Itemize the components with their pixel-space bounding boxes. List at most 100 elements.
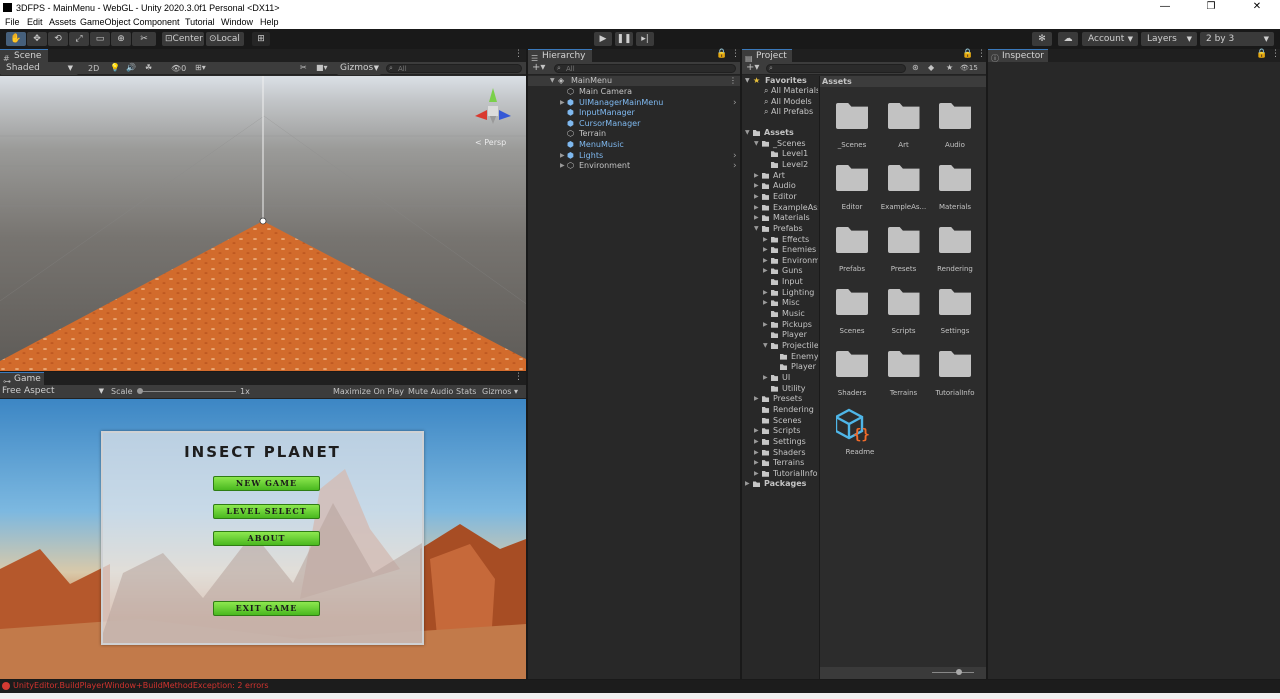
- expand-arrow-icon[interactable]: ▼: [745, 76, 750, 86]
- lock-icon[interactable]: 🔒: [962, 49, 973, 59]
- open-prefab-icon[interactable]: ›: [733, 161, 737, 171]
- asset-folder[interactable]: Settings: [925, 289, 985, 337]
- expand-arrow-icon[interactable]: ▶: [763, 235, 768, 245]
- step-button[interactable]: ▸|: [636, 32, 654, 46]
- expand-arrow-icon[interactable]: ▶: [754, 394, 759, 404]
- menu-assets[interactable]: Assets: [49, 17, 76, 27]
- move-tool-button[interactable]: ✥: [27, 32, 47, 46]
- lock-icon[interactable]: 🔒: [716, 49, 727, 59]
- search-by-type-icon[interactable]: ⊛: [912, 63, 919, 72]
- custom-tool-button[interactable]: ✂: [132, 32, 156, 46]
- hidden-packages-toggle[interactable]: 👁15: [960, 64, 978, 72]
- expand-arrow-icon[interactable]: ▶: [763, 266, 768, 276]
- hierarchy-item[interactable]: ▶ › ⬢ UIManagerMainMenu: [528, 98, 740, 108]
- search-by-label-icon[interactable]: ◆: [928, 63, 934, 72]
- panel-menu-icon[interactable]: ⋮: [514, 372, 523, 382]
- create-button[interactable]: +▾: [532, 62, 545, 73]
- menu-edit[interactable]: Edit: [27, 17, 43, 27]
- minimize-button[interactable]: —: [1142, 0, 1188, 16]
- about-button[interactable]: ABOUT: [213, 531, 320, 546]
- open-prefab-icon[interactable]: ›: [733, 151, 737, 161]
- scale-tool-button[interactable]: ⤢: [69, 32, 89, 46]
- game-gizmos-dropdown[interactable]: Gizmos ▾: [482, 387, 518, 396]
- stats-toggle[interactable]: Stats: [456, 387, 476, 396]
- expand-arrow-icon[interactable]: ▶: [754, 458, 759, 468]
- hierarchy-item[interactable]: ▶ › ⬡ Environment: [528, 161, 740, 171]
- scene-viewport[interactable]: < Persp: [0, 76, 526, 371]
- close-button[interactable]: ✕: [1234, 0, 1280, 16]
- menu-window[interactable]: Window: [221, 17, 253, 27]
- tab-game[interactable]: ⊶ Game: [0, 372, 44, 386]
- expand-arrow-icon[interactable]: ▶: [754, 213, 759, 223]
- lighting-icon[interactable]: 💡: [110, 63, 120, 72]
- create-button[interactable]: +▾: [746, 62, 759, 73]
- expand-arrow-icon[interactable]: ▼: [763, 341, 768, 351]
- shading-mode-dropdown[interactable]: Shaded ▼: [0, 62, 78, 75]
- maximize-button[interactable]: ❐: [1188, 0, 1234, 16]
- readme-asset[interactable]: {} Readme: [832, 408, 892, 456]
- panel-menu-icon[interactable]: ⋮: [731, 49, 740, 59]
- open-prefab-icon[interactable]: ›: [733, 98, 737, 108]
- expand-arrow-icon[interactable]: ▶: [754, 437, 759, 447]
- menu-tutorial[interactable]: Tutorial: [185, 17, 215, 27]
- hand-tool-button[interactable]: ✋: [6, 32, 26, 46]
- scale-slider[interactable]: [140, 391, 236, 392]
- hierarchy-item[interactable]: ▶ › ⬢ Lights: [528, 151, 740, 161]
- favorite-all-prefabs[interactable]: ⌕ All Prefabs: [764, 107, 813, 117]
- expand-arrow-icon[interactable]: ▶: [763, 288, 768, 298]
- menu-component[interactable]: Component: [133, 17, 180, 27]
- status-error-message[interactable]: UnityEditor.BuildPlayerWindow+BuildMetho…: [13, 681, 269, 690]
- pause-button[interactable]: ❚❚: [615, 32, 633, 46]
- lock-icon[interactable]: 🔒: [1256, 49, 1267, 59]
- play-button[interactable]: ▶: [594, 32, 612, 46]
- expand-arrow-icon[interactable]: ▶: [754, 171, 759, 181]
- expand-arrow-icon[interactable]: ▶: [763, 320, 768, 330]
- layout-dropdown[interactable]: 2 by 3 ▼: [1200, 32, 1274, 46]
- favorite-all-models[interactable]: ⌕ All Models: [764, 97, 812, 107]
- layers-dropdown[interactable]: Layers ▼: [1141, 32, 1197, 46]
- tools-icon[interactable]: ✂: [300, 63, 307, 72]
- expand-arrow-icon[interactable]: ▶: [754, 181, 759, 191]
- expand-arrow-icon[interactable]: ▶: [560, 151, 565, 161]
- game-viewport[interactable]: INSECT PLANET NEW GAME LEVEL SELECT ABOU…: [0, 399, 526, 679]
- maximize-on-play-toggle[interactable]: Maximize On Play: [333, 387, 404, 396]
- menu-help[interactable]: Help: [260, 17, 279, 27]
- hierarchy-item[interactable]: ⬢ MenuMusic: [528, 140, 740, 150]
- exit-game-button[interactable]: EXIT GAME: [213, 601, 320, 616]
- audio-icon[interactable]: 🔊: [126, 63, 136, 72]
- camera-icon[interactable]: ■▾: [316, 63, 328, 72]
- tab-project[interactable]: ▤ Project: [742, 49, 792, 63]
- breadcrumb-assets[interactable]: Assets: [822, 77, 852, 86]
- asset-folder[interactable]: Rendering: [925, 227, 985, 275]
- expand-arrow-icon[interactable]: ▶: [754, 203, 759, 213]
- gizmos-dropdown[interactable]: Gizmos ▼: [337, 62, 381, 75]
- pivot-center-button[interactable]: ⊡Center: [162, 32, 204, 46]
- menu-file[interactable]: File: [5, 17, 20, 27]
- expand-arrow-icon[interactable]: ▶: [754, 426, 759, 436]
- rotate-tool-button[interactable]: ⟲: [48, 32, 68, 46]
- project-search-input[interactable]: ⌕: [766, 64, 906, 73]
- expand-arrow-icon[interactable]: ▶: [763, 256, 768, 266]
- mute-audio-toggle[interactable]: Mute Audio: [408, 387, 453, 396]
- hierarchy-scene-row[interactable]: ▼ ◈ MainMenu ⋮: [528, 76, 740, 86]
- expand-arrow-icon[interactable]: ▶: [763, 373, 768, 383]
- collab-icon[interactable]: ✻: [1032, 32, 1052, 46]
- hierarchy-item[interactable]: ⬡ Main Camera: [528, 87, 740, 97]
- asset-folder[interactable]: Audio: [925, 103, 985, 151]
- rect-tool-button[interactable]: ▭: [90, 32, 110, 46]
- favorite-star-icon[interactable]: ★: [946, 63, 953, 72]
- icon-size-thumb[interactable]: [956, 669, 962, 675]
- panel-menu-icon[interactable]: ⋮: [977, 49, 986, 59]
- tab-scene[interactable]: # Scene: [0, 49, 48, 63]
- menu-gameobject[interactable]: GameObject: [80, 17, 131, 27]
- scale-slider-thumb[interactable]: [137, 388, 143, 394]
- expand-arrow-icon[interactable]: ▶: [754, 192, 759, 202]
- expand-arrow-icon[interactable]: ▶: [560, 161, 565, 171]
- hierarchy-item[interactable]: ⬢ InputManager: [528, 108, 740, 118]
- transform-tool-button[interactable]: ⊕: [111, 32, 131, 46]
- expand-arrow-icon[interactable]: ▼: [550, 76, 555, 86]
- asset-folder[interactable]: Materials: [925, 165, 985, 213]
- account-dropdown[interactable]: Account ▼: [1082, 32, 1138, 46]
- favorite-all-materials[interactable]: ⌕ All Materials: [764, 86, 818, 96]
- expand-arrow-icon[interactable]: ▶: [745, 479, 750, 489]
